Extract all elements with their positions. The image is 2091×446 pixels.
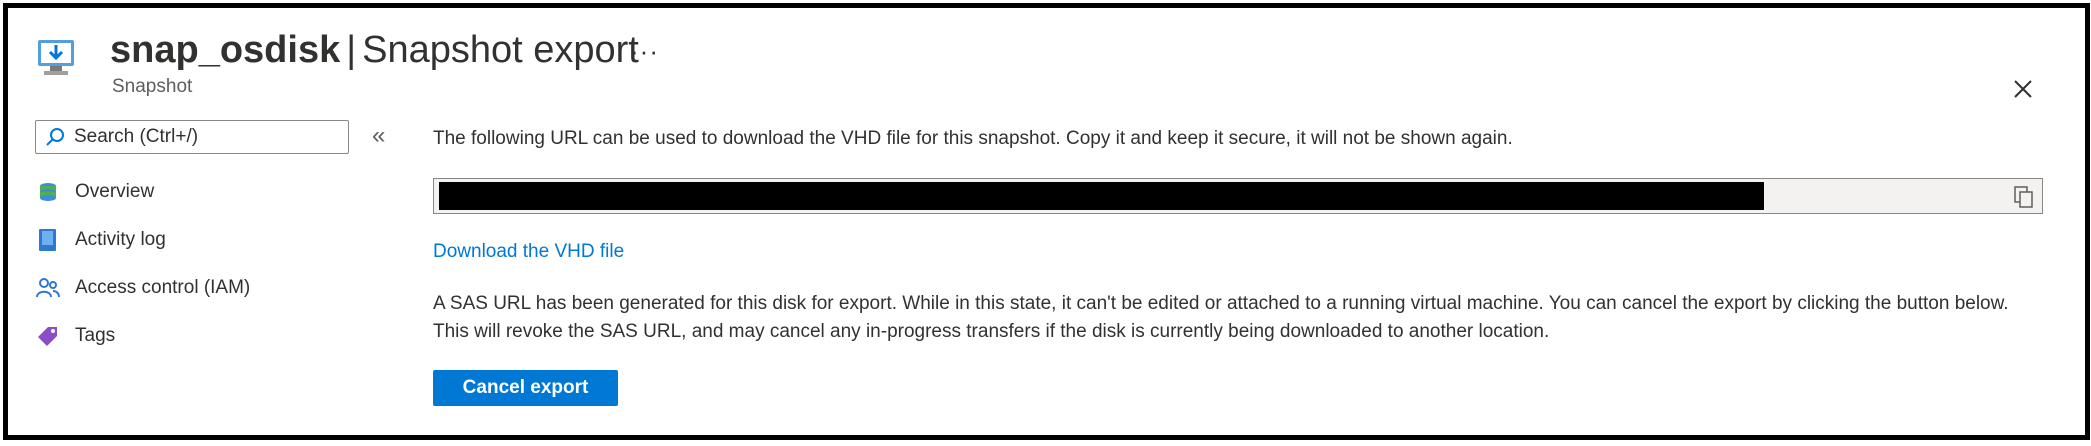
title-separator: | bbox=[346, 29, 357, 71]
sidebar-nav: Overview Activity log Access control (IA… bbox=[35, 168, 250, 360]
sidebar-item-tags[interactable]: Tags bbox=[35, 312, 250, 360]
collapse-sidebar-button[interactable]: « bbox=[372, 122, 385, 150]
sidebar-item-activity-log[interactable]: Activity log bbox=[35, 216, 250, 264]
sidebar-item-label: Overview bbox=[75, 181, 155, 202]
access-control-icon bbox=[35, 275, 61, 301]
close-icon bbox=[2014, 80, 2032, 98]
snapshot-export-icon bbox=[38, 40, 74, 75]
activity-log-icon bbox=[35, 227, 61, 253]
window-frame: snap_osdisk | Snapshot export Snapshot ···… bbox=[3, 3, 2090, 440]
search-icon bbox=[46, 128, 64, 146]
resource-type: Snapshot bbox=[112, 76, 193, 97]
sidebar-item-label: Access control (IAM) bbox=[75, 277, 251, 298]
sas-notice: A SAS URL has been generated for this di… bbox=[433, 290, 2009, 346]
close-button[interactable] bbox=[2008, 74, 2038, 104]
tag-icon bbox=[35, 323, 61, 349]
intro-text: The following URL can be used to downloa… bbox=[433, 128, 1513, 149]
page-title: snap_osdisk | Snapshot export bbox=[110, 26, 639, 74]
resource-name: snap_osdisk bbox=[110, 29, 341, 71]
sas-url-field[interactable] bbox=[433, 178, 2043, 214]
sidebar-item-access-control[interactable]: Access control (IAM) bbox=[35, 264, 250, 312]
notice-line-2: This will revoke the SAS URL, and may ca… bbox=[433, 321, 1550, 342]
redacted-url bbox=[439, 182, 1764, 210]
cancel-export-button[interactable]: Cancel export bbox=[433, 370, 618, 406]
sidebar-search[interactable] bbox=[35, 120, 349, 154]
notice-line-1: A SAS URL has been generated for this di… bbox=[433, 293, 2009, 314]
more-options-button[interactable]: ··· bbox=[630, 36, 659, 67]
sidebar-item-label: Tags bbox=[75, 325, 116, 346]
overview-icon bbox=[35, 179, 61, 205]
page-name: Snapshot export bbox=[362, 29, 639, 71]
sidebar-item-label: Activity log bbox=[75, 229, 166, 250]
sidebar-item-overview[interactable]: Overview bbox=[35, 168, 250, 216]
search-input[interactable] bbox=[72, 125, 346, 149]
download-vhd-link[interactable]: Download the VHD file bbox=[433, 241, 624, 263]
copy-icon[interactable] bbox=[2014, 186, 2034, 208]
